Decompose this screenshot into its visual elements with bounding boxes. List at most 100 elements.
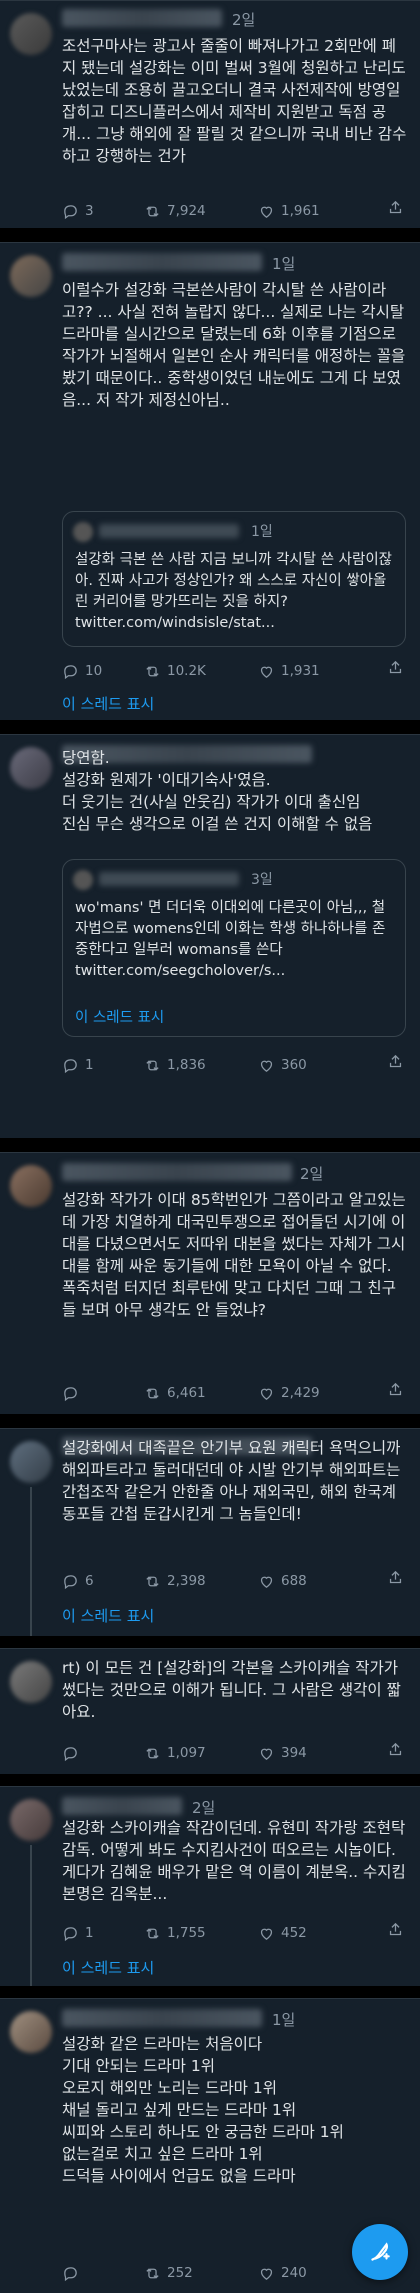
share-icon [389, 1382, 402, 1396]
retweet-icon [146, 1387, 159, 1399]
tweet-time[interactable]: 2일 [192, 1797, 215, 1818]
like-button[interactable]: 360 [258, 1053, 307, 1077]
retweet-button[interactable]: 2,398 [144, 1569, 206, 1593]
author-name[interactable] [62, 1163, 292, 1181]
tweet-card[interactable]: rt) 이 모든 건 [설강화]의 각본을 스카이캐슬 작가가 썼다는 것만으로… [0, 1648, 420, 1774]
retweet-button[interactable]: 10.2K [144, 659, 206, 683]
avatar[interactable] [10, 1441, 52, 1483]
tweet-text: 설강화 스카이캐슬 작감이던데. 유현미 작가랑 조현탁 감독. 어떻게 봐도 … [62, 1819, 406, 1903]
show-thread-link[interactable]: 이 스레드 표시 [62, 1605, 154, 1626]
quoted-show-thread-link[interactable]: 이 스레드 표시 [75, 1006, 164, 1027]
like-button[interactable]: 240 [258, 2261, 307, 2285]
reply-button[interactable]: 6 [62, 1569, 94, 1593]
retweet-button[interactable]: 1,836 [144, 1053, 206, 1077]
share-button[interactable] [387, 1053, 404, 1074]
tweet-card[interactable]: 2일 설강화 작가가 이대 85학번인가 그쯤이라고 알고있는데 가장 치열하게… [0, 1152, 420, 1414]
tweet-card[interactable]: 당연함. 설강화 원제가 '이대기숙사'였음. 더 웃기는 건(사실 안웃김) … [0, 734, 420, 1138]
tweet-time[interactable]: 2일 [300, 1163, 323, 1184]
share-button[interactable] [387, 1569, 404, 1590]
tweet-actions: 1 1,836 360 [62, 1053, 408, 1077]
tweet-time[interactable]: 1일 [272, 2009, 295, 2030]
avatar[interactable] [10, 1165, 52, 1207]
quoted-text: wo'mans' 면 더더욱 이대외에 다른곳이 아님,,, 철자법으로 wom… [75, 900, 386, 979]
reply-button[interactable]: 1 [62, 1921, 94, 1945]
retweet-button[interactable]: 1,755 [144, 1921, 206, 1945]
author-name[interactable] [62, 1797, 182, 1815]
avatar[interactable] [10, 2011, 52, 2053]
retweet-count: 6,461 [167, 1385, 206, 1401]
avatar[interactable] [10, 13, 52, 55]
tweet-text: 당연함. 설강화 원제가 '이대기숙사'였음. 더 웃기는 건(사실 안웃김) … [62, 749, 373, 833]
reply-button[interactable] [62, 2261, 85, 2285]
tweet-text: rt) 이 모든 건 [설강화]의 각본을 스카이캐슬 작가가 썼다는 것만으로… [62, 1659, 401, 1721]
avatar[interactable] [10, 1661, 52, 1703]
share-icon [389, 1570, 402, 1584]
tweet-card[interactable]: 설강화에서 대족끝은 안기부 요원 캐릭터 욕먹으니까 해외파트라고 둘러대던데… [0, 1428, 420, 1636]
like-button[interactable]: 1,931 [258, 659, 320, 683]
like-button[interactable]: 394 [258, 1741, 307, 1765]
reply-button[interactable] [62, 1741, 85, 1765]
reply-button[interactable]: 1 [62, 1053, 94, 1077]
reply-button[interactable]: 3 [62, 199, 94, 223]
author-name[interactable] [62, 2009, 262, 2027]
show-thread-link[interactable]: 이 스레드 표시 [62, 693, 154, 714]
share-button[interactable] [387, 1381, 404, 1402]
retweet-icon [146, 2267, 159, 2279]
share-button[interactable] [387, 199, 404, 220]
retweet-button[interactable]: 6,461 [144, 1381, 206, 1405]
retweet-button[interactable]: 252 [144, 2261, 193, 2285]
tweet-card[interactable]: 1일 이럴수가 설강화 극본쓴사람이 각시탈 쓴 사람이라고?? ... 사실 … [0, 242, 420, 720]
tweet-time[interactable]: 2일 [232, 9, 255, 30]
share-button[interactable] [387, 1921, 404, 1942]
tweet-text: 설강화에서 대족끝은 안기부 요원 캐릭터 욕먹으니까 해외파트라고 둘러대던데… [62, 1439, 401, 1523]
retweet-icon [146, 665, 159, 677]
like-button[interactable]: 1,961 [258, 199, 320, 223]
quoted-author-name [99, 872, 239, 886]
like-count: 394 [281, 1745, 307, 1761]
retweet-icon [146, 1059, 159, 1071]
quoted-time: 1일 [251, 524, 273, 540]
quoted-avatar [73, 522, 93, 542]
share-icon [389, 660, 402, 674]
like-count: 360 [281, 1057, 307, 1073]
retweet-count: 252 [167, 2265, 193, 2281]
retweet-count: 1,836 [167, 1057, 206, 1073]
like-button[interactable]: 688 [258, 1569, 307, 1593]
heart-icon [260, 1388, 273, 1400]
like-button[interactable]: 2,429 [258, 1381, 320, 1405]
quoted-tweet[interactable]: 1일 설강화 극본 쓴 사람 지금 보니까 각시탈 쓴 사람이잖아. 진짜 사고… [62, 511, 406, 647]
author-name[interactable] [62, 9, 222, 27]
tweet-text: 설강화 작가가 이대 85학번인가 그쯤이라고 알고있는데 가장 치열하게 대국… [62, 1191, 406, 1319]
avatar[interactable] [10, 747, 52, 789]
tweet-actions: 6 2,398 688 [62, 1569, 408, 1593]
compose-tweet-button[interactable] [352, 2224, 408, 2280]
reply-count: 1 [85, 1057, 94, 1073]
share-icon [389, 1922, 402, 1936]
heart-icon [260, 1748, 273, 1760]
retweet-count: 7,924 [167, 203, 206, 219]
show-thread-link[interactable]: 이 스레드 표시 [62, 1957, 154, 1978]
like-count: 1,961 [281, 203, 320, 219]
tweet-card[interactable]: 2일 조선구마사는 광고사 줄줄이 빠져나가고 2회만에 폐지 됐는데 설강화는… [0, 0, 420, 228]
retweet-count: 2,398 [167, 1573, 206, 1589]
quoted-tweet[interactable]: 3일 wo'mans' 면 더더욱 이대외에 다른곳이 아님,,, 철자법으로 … [62, 859, 406, 1037]
share-button[interactable] [387, 1741, 404, 1762]
reply-count: 6 [85, 1573, 94, 1589]
share-button[interactable] [387, 659, 404, 680]
share-icon [389, 1054, 402, 1068]
reply-count: 3 [85, 203, 94, 219]
retweet-button[interactable]: 1,097 [144, 1741, 206, 1765]
heart-icon [260, 1928, 273, 1940]
heart-icon [260, 206, 273, 218]
heart-icon [260, 1060, 273, 1072]
author-name[interactable] [62, 253, 262, 271]
reply-button[interactable]: 10 [62, 659, 102, 683]
like-button[interactable]: 452 [258, 1921, 307, 1945]
tweet-time[interactable]: 1일 [272, 253, 295, 274]
like-count: 240 [281, 2265, 307, 2281]
reply-button[interactable] [62, 1381, 85, 1405]
tweet-card[interactable]: 2일 설강화 스카이캐슬 작감이던데. 유현미 작가랑 조현탁 감독. 어떻게 … [0, 1786, 420, 1986]
avatar[interactable] [10, 255, 52, 297]
retweet-button[interactable]: 7,924 [144, 199, 206, 223]
avatar[interactable] [10, 1799, 52, 1841]
